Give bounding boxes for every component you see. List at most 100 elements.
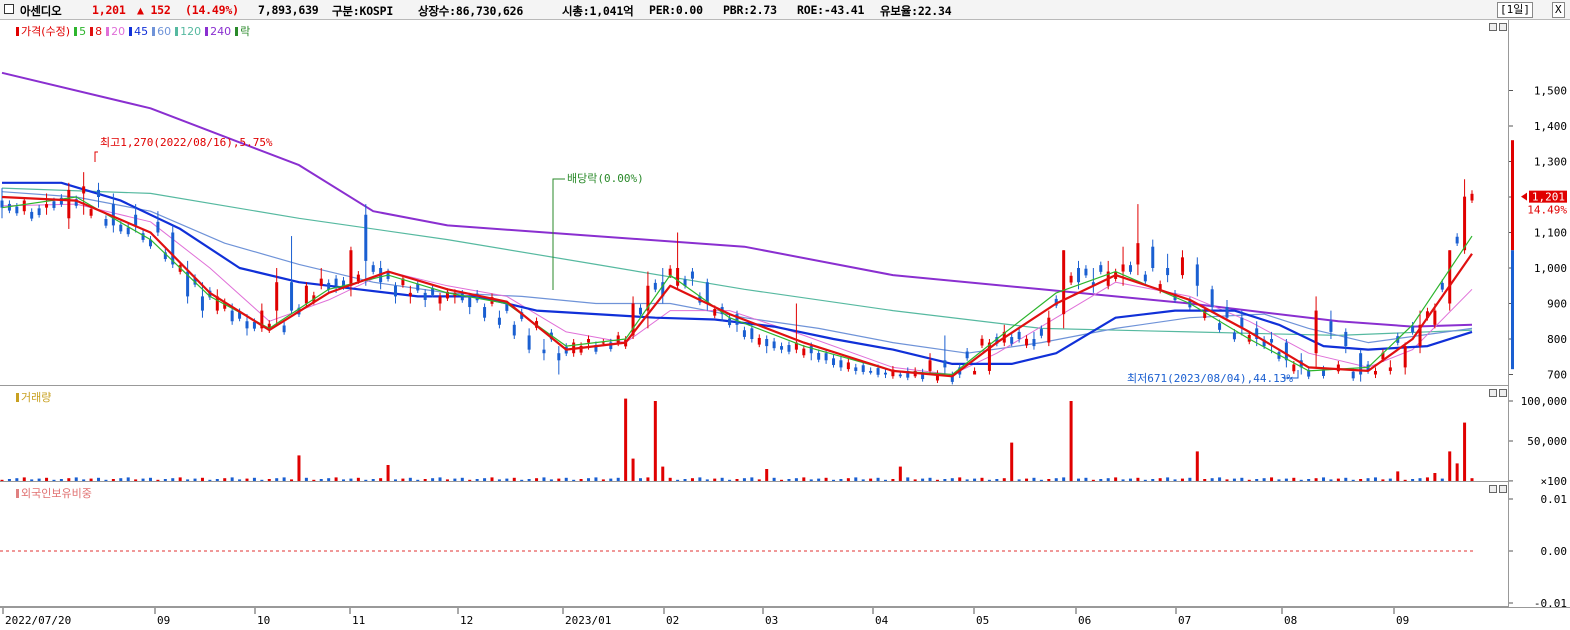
candle-body <box>742 330 746 337</box>
volume-bar <box>832 479 836 481</box>
candle-up <box>349 250 353 286</box>
legend-label: 120 <box>180 25 202 38</box>
volume-bar <box>230 477 234 481</box>
candle-down <box>290 282 294 311</box>
volume-bar <box>505 478 509 481</box>
volume-bar <box>275 478 279 481</box>
candle-up <box>1180 257 1184 276</box>
volume-bar <box>260 479 264 481</box>
volume-bar <box>497 479 501 481</box>
volume-bar <box>186 479 190 481</box>
volume-tick-label: 100,000 <box>1521 395 1567 408</box>
volume-bar <box>141 478 145 481</box>
volume-bar <box>1203 479 1207 481</box>
candle-body <box>876 368 880 375</box>
candle-up <box>67 189 71 219</box>
volume-bar <box>1218 477 1222 481</box>
volume-bar <box>423 479 427 481</box>
volume-bar <box>668 477 672 481</box>
panel-minimize-button[interactable] <box>1489 485 1497 493</box>
candle-down <box>690 271 694 279</box>
x-axis[interactable]: 2022/07/20 09 10 11 12 2023/01 02 03 04 05 06 07 08 0… <box>0 607 1570 629</box>
foreign-ownership-panel[interactable]: 외국인보유비중 <box>0 482 1508 607</box>
volume-bar <box>1166 477 1170 481</box>
volume-bar <box>1262 478 1266 481</box>
volume-bar <box>1270 477 1274 481</box>
volume-bar <box>594 477 598 481</box>
x-axis-ticks: 2022/07/20 09 10 11 12 2023/01 02 03 04 05 06 07 08 0… <box>2 608 1409 627</box>
current-price-marker <box>1521 192 1527 201</box>
volume-bar <box>1255 479 1259 481</box>
volume-bar <box>304 477 308 481</box>
candle-body <box>460 293 464 301</box>
volume-bar <box>1307 479 1311 481</box>
volume-bar <box>1322 477 1326 481</box>
volume-bar <box>393 479 397 481</box>
ma45-line <box>2 181 1473 365</box>
volume-bar <box>579 479 583 481</box>
volume-bar <box>839 479 843 481</box>
volume-bar <box>67 478 71 481</box>
ma8-line <box>1 195 1473 378</box>
volume-bar <box>913 479 917 481</box>
volume-bar <box>1047 479 1051 481</box>
candle-down <box>780 346 784 350</box>
candle-down <box>334 278 338 286</box>
candle-down <box>1210 289 1214 308</box>
volume-bar <box>379 478 383 481</box>
volume-bar <box>342 479 346 481</box>
candle-up <box>1373 370 1377 375</box>
candle-down <box>750 328 754 339</box>
x-tick-label: 08 <box>1284 614 1297 627</box>
volume-bar <box>772 477 776 481</box>
volume-legend: 거래량 <box>12 389 51 405</box>
pbr-value: PBR:2.73 <box>723 3 777 17</box>
panel-minimize-button[interactable] <box>1489 389 1497 397</box>
legend-label: 20 <box>111 25 126 38</box>
x-tick-label: 12 <box>460 614 473 627</box>
candle-up <box>438 296 442 304</box>
volume-bar <box>535 478 539 481</box>
volume-bar <box>45 477 49 481</box>
volume-bar <box>319 479 323 481</box>
panel-minimize-button[interactable] <box>1489 23 1497 31</box>
volume-bar <box>1463 422 1467 481</box>
select-checkbox[interactable] <box>4 4 14 14</box>
volume-bar <box>74 477 78 481</box>
volume-tick-label: ×100 <box>1541 475 1568 488</box>
candle-down <box>854 367 858 371</box>
price-panel[interactable]: 가격(수정) 5 8 20 45 60 120 240 락 최고1,270(2022/08/16… <box>0 20 1508 386</box>
period-selector[interactable]: [1일] <box>1497 2 1533 18</box>
price-tick-label: 700 <box>1547 369 1567 382</box>
trade-volume: 7,893,639 <box>258 3 319 17</box>
candle-body <box>126 227 130 235</box>
candle-down <box>393 285 397 297</box>
panel-maximize-button[interactable] <box>1499 485 1507 493</box>
volume-bar <box>297 455 301 481</box>
volume-bar <box>97 477 101 481</box>
volume-bar <box>356 477 360 481</box>
price-range-up <box>1511 140 1514 251</box>
volume-bar <box>1314 478 1318 481</box>
panel-maximize-button[interactable] <box>1499 23 1507 31</box>
candle-body <box>653 282 657 290</box>
volume-bar <box>349 478 353 481</box>
volume-bar <box>453 478 457 481</box>
stock-name[interactable]: 아센디오 <box>20 3 62 19</box>
y-axis[interactable]: 7008009001,0001,1001,2001,3001,4001,5001… <box>1508 20 1570 610</box>
volume-bar <box>720 477 724 481</box>
volume-bar <box>1455 463 1459 481</box>
candle-down <box>809 346 813 354</box>
candle-body <box>787 345 791 352</box>
candle-body <box>37 208 41 216</box>
candle-body <box>104 219 108 226</box>
close-button[interactable]: X <box>1552 2 1565 18</box>
candle-up <box>319 278 323 286</box>
candle-body <box>980 338 984 346</box>
volume-bar <box>995 479 999 481</box>
volume-bar <box>698 477 702 481</box>
panel-maximize-button[interactable] <box>1499 389 1507 397</box>
volume-bar <box>750 477 754 481</box>
volume-panel[interactable]: 거래량 <box>0 386 1508 482</box>
volume-bar <box>1373 477 1377 481</box>
